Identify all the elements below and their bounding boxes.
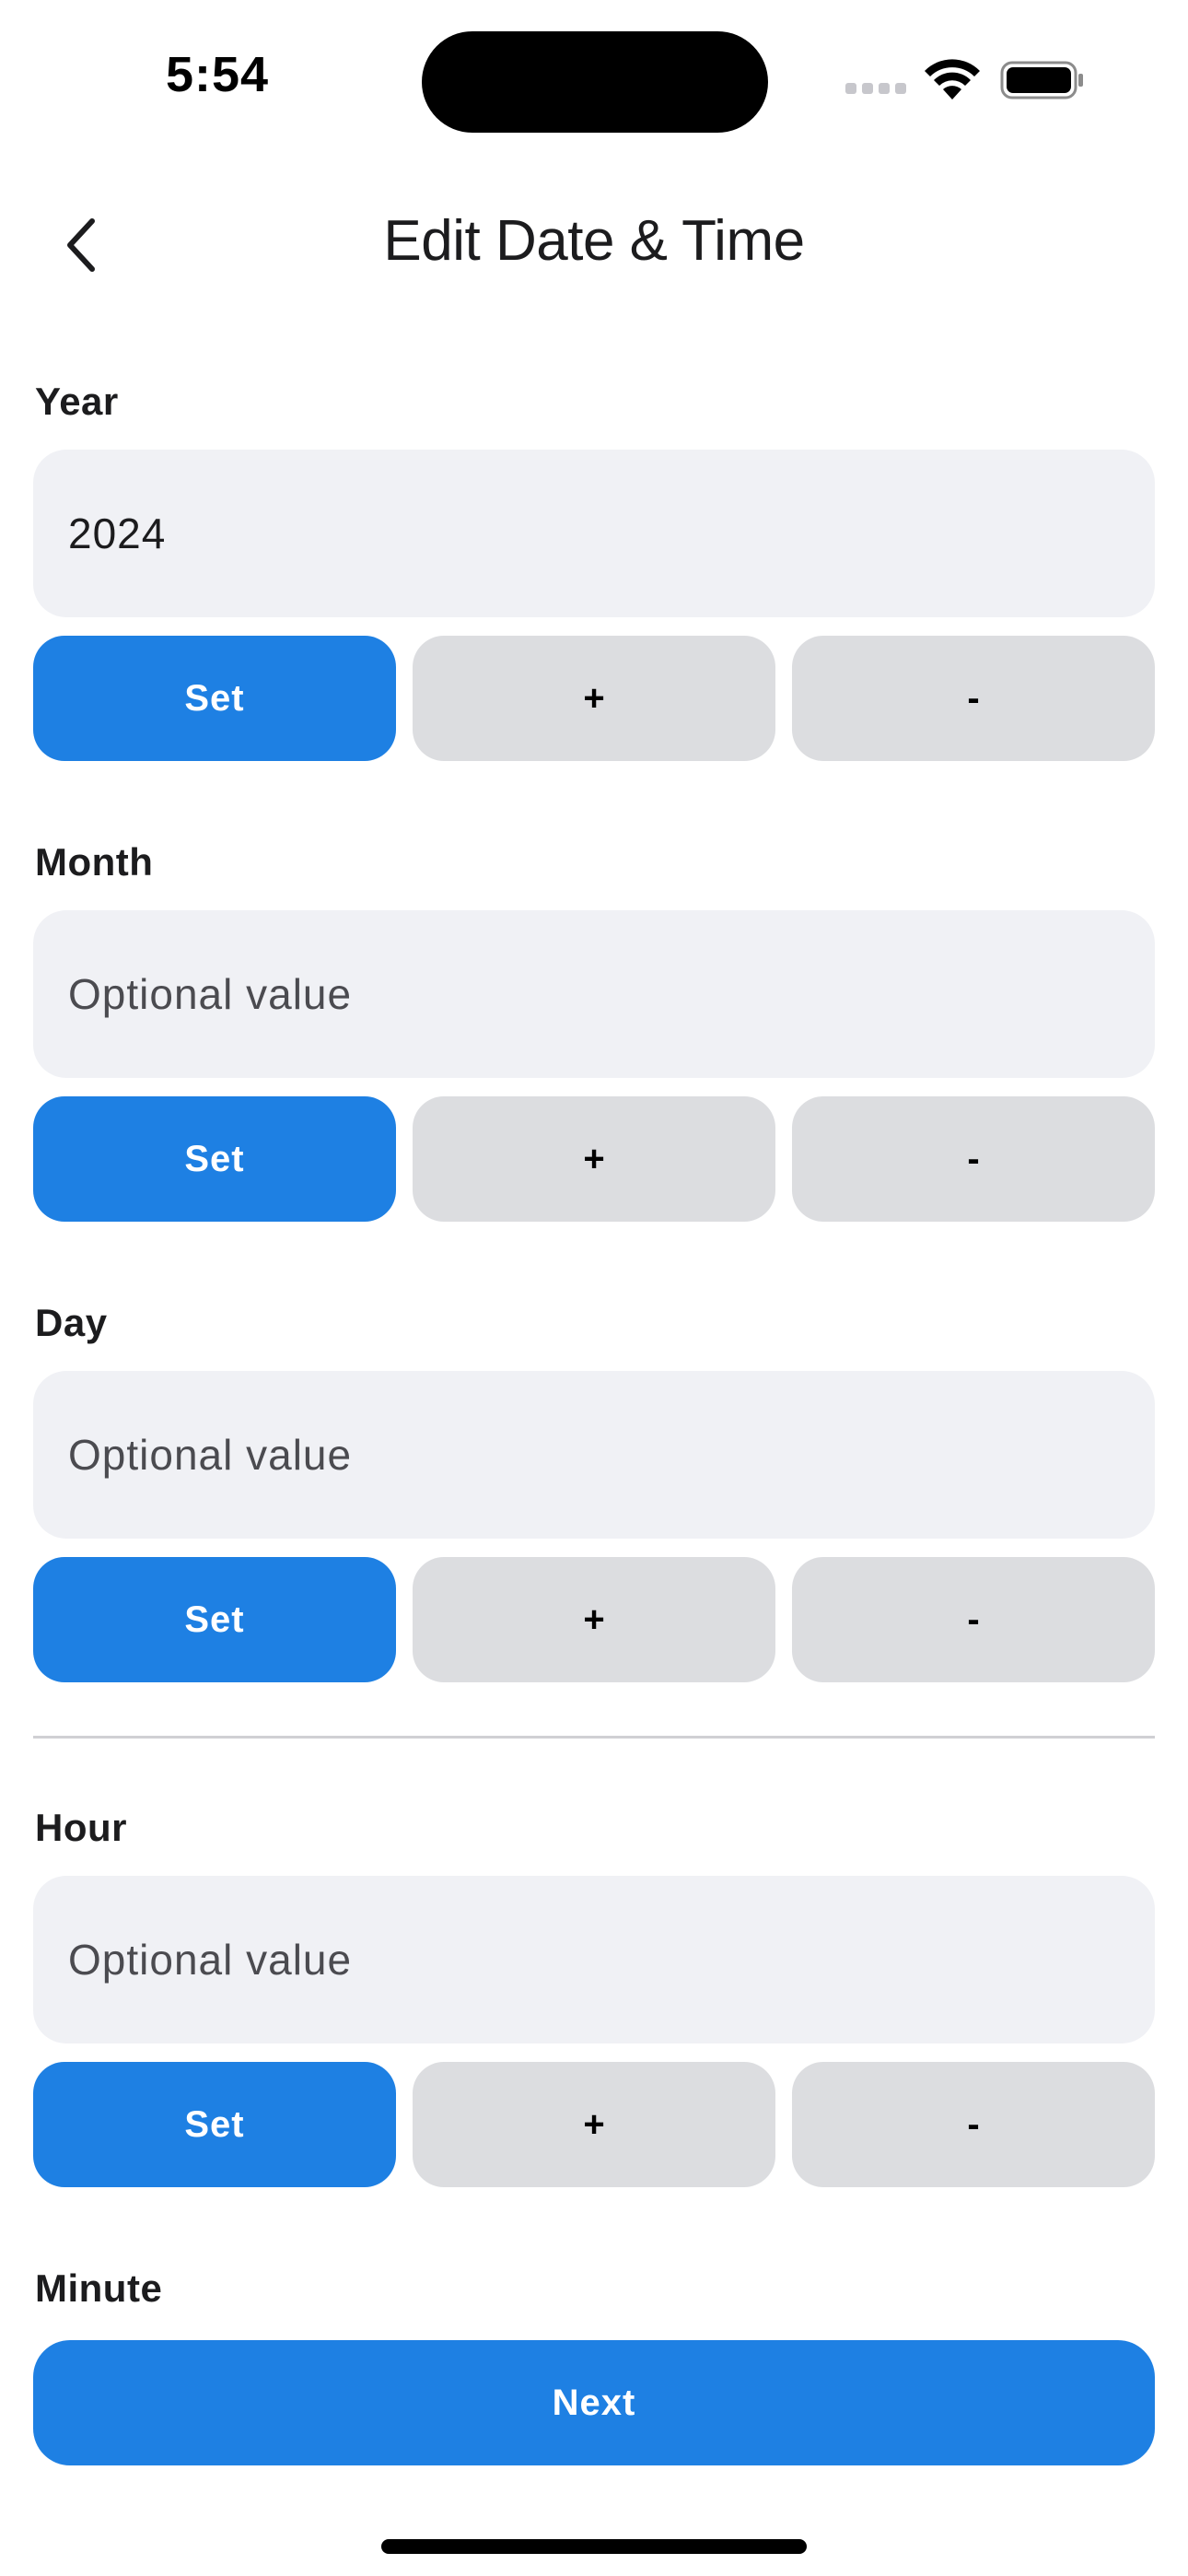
year-increment-button[interactable]: + <box>413 636 775 761</box>
day-input[interactable]: Optional value <box>33 1371 1155 1539</box>
month-button-row: Set + - <box>33 1096 1155 1222</box>
day-button-row: Set + - <box>33 1557 1155 1682</box>
minute-label: Minute <box>35 2266 163 2310</box>
wifi-icon <box>925 59 980 100</box>
cellular-signal-icon <box>845 83 908 94</box>
hour-input[interactable]: Optional value <box>33 1876 1155 2043</box>
year-input[interactable]: 2024 <box>33 450 1155 617</box>
day-set-button[interactable]: Set <box>33 1557 396 1682</box>
navigation-bar: Edit Date & Time <box>0 184 1188 304</box>
year-button-row: Set + - <box>33 636 1155 761</box>
day-increment-button[interactable]: + <box>413 1557 775 1682</box>
battery-icon <box>1000 61 1083 100</box>
page-title: Edit Date & Time <box>383 209 805 273</box>
status-bar: 5:54 <box>0 0 1188 157</box>
home-indicator <box>381 2539 807 2554</box>
hour-set-button[interactable]: Set <box>33 2062 396 2187</box>
section-divider <box>33 1736 1155 1739</box>
year-label: Year <box>35 380 119 423</box>
status-time: 5:54 <box>166 47 270 102</box>
next-button[interactable]: Next <box>33 2340 1155 2465</box>
dynamic-island <box>422 31 768 133</box>
year-decrement-button[interactable]: - <box>792 636 1155 761</box>
month-decrement-button[interactable]: - <box>792 1096 1155 1222</box>
hour-decrement-button[interactable]: - <box>792 2062 1155 2187</box>
hour-label: Hour <box>35 1806 127 1849</box>
month-label: Month <box>35 840 154 884</box>
year-set-button[interactable]: Set <box>33 636 396 761</box>
month-set-button[interactable]: Set <box>33 1096 396 1222</box>
day-decrement-button[interactable]: - <box>792 1557 1155 1682</box>
day-label: Day <box>35 1301 108 1344</box>
month-input[interactable]: Optional value <box>33 910 1155 1078</box>
month-increment-button[interactable]: + <box>413 1096 775 1222</box>
hour-button-row: Set + - <box>33 2062 1155 2187</box>
hour-increment-button[interactable]: + <box>413 2062 775 2187</box>
